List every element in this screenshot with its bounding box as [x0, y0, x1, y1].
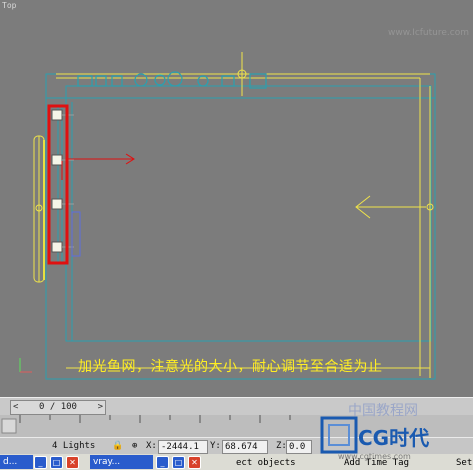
window-minimize-icon[interactable]: _: [34, 456, 47, 469]
window-minimize-icon-2[interactable]: _: [156, 456, 169, 469]
light-stand-lines: [57, 106, 63, 262]
logo-brand: CG时代: [358, 426, 430, 450]
y-coord-field[interactable]: 68.674: [222, 440, 268, 454]
left-pillar: [33, 135, 45, 283]
taskbar-item-2[interactable]: vray...: [90, 455, 153, 469]
status-prompt: ect objects: [236, 458, 296, 468]
scene-wireframe[interactable]: [0, 0, 473, 397]
top-viewport[interactable]: Top www.Icfuture.com 加光鱼网，注意光的大小，耐心调节至合适…: [0, 0, 473, 397]
taskbar-item-1-label: d...: [3, 457, 18, 467]
light-plane: [71, 211, 81, 257]
axis-tripod-icon: [19, 358, 32, 373]
taskbar-item-1[interactable]: d...: [0, 455, 33, 469]
z-coord-field[interactable]: 0.0: [286, 440, 312, 454]
lock-icon[interactable]: 🔒: [112, 440, 123, 452]
key-icon[interactable]: ⊕: [132, 440, 137, 452]
logo-chinese-text: 中国教程网: [348, 403, 418, 419]
site-logo: 中国教程网 CG时代 www.cgtimes.com: [310, 398, 473, 470]
frame-counter: 0 / 100: [39, 402, 77, 412]
time-slider-thumb[interactable]: < 0 / 100 >: [10, 400, 106, 415]
taskbar-item-2-label: vray...: [93, 457, 121, 467]
next-frame-arrow[interactable]: >: [98, 401, 103, 414]
room-outline: [45, 73, 436, 380]
logo-url: www.cgtimes.com: [338, 452, 411, 461]
selection-count: 4 Lights: [52, 441, 96, 451]
tutorial-caption: 加光鱼网，注意光的大小，耐心调节至合适为止: [78, 359, 383, 375]
y-coord-label: Y:: [210, 441, 221, 451]
light-icon[interactable]: [51, 109, 63, 253]
x-coord-field[interactable]: -2444.1: [158, 440, 208, 454]
window-maximize-icon[interactable]: □: [50, 456, 63, 469]
window-close-icon[interactable]: ✕: [66, 456, 79, 469]
x-coord-label: X:: [146, 441, 157, 451]
arrow-right-icon: [61, 153, 135, 180]
window-close-icon-2[interactable]: ✕: [188, 456, 201, 469]
prev-frame-arrow[interactable]: <: [13, 401, 18, 414]
window-maximize-icon-2[interactable]: □: [172, 456, 185, 469]
yellow-wires: [56, 52, 431, 378]
arrow-left-icon: [355, 195, 434, 219]
